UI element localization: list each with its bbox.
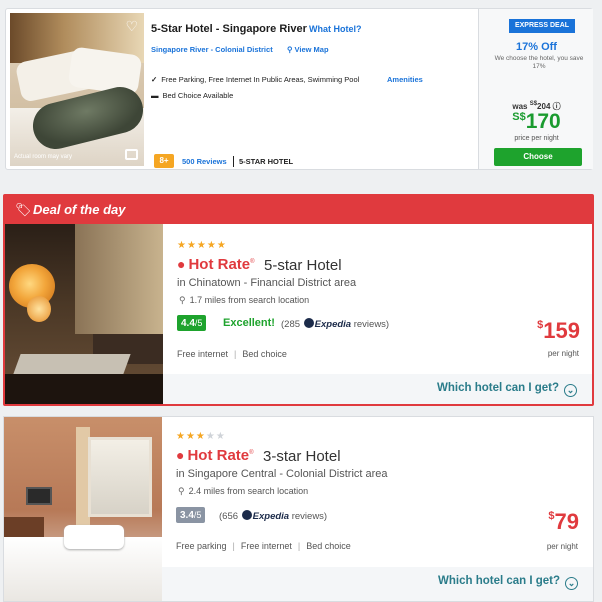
gallery-icon[interactable]	[125, 149, 138, 160]
favorite-heart-icon[interactable]: ♡	[125, 19, 138, 33]
express-deal-badge: EXPRESS DEAL	[509, 19, 575, 33]
hotel-photo[interactable]	[4, 417, 162, 601]
deal-header: 🏷 Deal of the day	[5, 196, 592, 224]
location-pin-icon: ⚲	[178, 486, 185, 496]
map-pin-icon: ⚲	[287, 45, 293, 54]
divider	[233, 156, 234, 167]
deal-price: $159	[537, 318, 580, 343]
deal-of-the-day-card[interactable]: 🏷 Deal of the day ★★★★★ ● Hot Rate® 5-sta…	[3, 194, 594, 406]
what-hotel-link[interactable]: What Hotel?	[309, 24, 362, 34]
expedia-globe-icon	[303, 318, 314, 328]
per-night-label: per night	[547, 349, 579, 358]
tag-icon: 🏷	[15, 202, 32, 217]
rating-score: 3.4/5	[176, 507, 206, 523]
review-count: (285 Expedia reviews)	[281, 318, 390, 330]
bed-choice: ▬ Bed Choice Available	[151, 91, 234, 100]
current-price: S$170	[512, 110, 561, 133]
hotel-card-3star[interactable]: ★★★★★ ● Hot Rate® 3-star Hotel in Singapo…	[3, 416, 594, 602]
chevron-down-icon: ⌄	[565, 577, 579, 590]
per-night-label: per night	[546, 542, 578, 551]
hotel-class: 5-star Hotel	[264, 257, 342, 274]
location-pin-icon: ⚲	[179, 295, 186, 305]
hotel-class: 3-star Hotel	[263, 448, 341, 465]
hotel-photo[interactable]: ♡ Actual room may vary	[10, 13, 144, 166]
per-night-label: price per night	[514, 135, 559, 142]
view-map-link[interactable]: ⚲ View Map	[287, 45, 329, 54]
area-link[interactable]: Singapore River - Colonial District	[151, 45, 273, 54]
results-page: ♡ Actual room may vary 5-Star Hotel - Si…	[0, 0, 602, 602]
which-hotel-link[interactable]: Which hotel can I get? ⌄	[438, 575, 579, 590]
hotel-photo[interactable]	[5, 224, 163, 404]
discount-label: 17% Off	[516, 41, 557, 53]
hot-rate-flame-icon: ●	[177, 256, 186, 272]
distance-info: ⚲ 2.4 miles from search location	[178, 486, 309, 496]
savings-note: We choose the hotel, you save 17%	[494, 55, 584, 70]
price-panel: EXPRESS DEAL 17% Off We choose the hotel…	[478, 9, 593, 169]
hotel-price: $79	[548, 509, 579, 534]
checkmark-icon: ✓	[151, 75, 158, 84]
hotel-class-label: 5-STAR HOTEL	[239, 157, 294, 166]
star-rating: ★★★★★	[177, 240, 227, 251]
features-list: Free parking | Free internet | Bed choice	[176, 541, 351, 551]
bed-icon: ▬	[151, 91, 159, 100]
choose-button[interactable]: Choose	[494, 148, 582, 166]
reviews-link[interactable]: 500 Reviews	[182, 157, 227, 166]
hotel-title[interactable]: 5-Star Hotel - Singapore River	[151, 23, 307, 35]
score-badge: 8+	[154, 154, 174, 168]
hotel-area: in Chinatown - Financial District area	[177, 277, 357, 289]
distance-info: ⚲ 1.7 miles from search location	[179, 295, 310, 305]
hot-rate-flame-icon: ●	[176, 447, 185, 463]
expedia-globe-icon	[241, 510, 252, 520]
features-list: Free internet | Bed choice	[177, 349, 287, 359]
chevron-down-icon: ⌄	[564, 384, 578, 397]
rating-word: Excellent!	[223, 317, 275, 329]
hot-rate-label: ● Hot Rate®	[176, 447, 254, 464]
express-deal-card[interactable]: ♡ Actual room may vary 5-Star Hotel - Si…	[5, 8, 593, 170]
photo-caption: Actual room may vary	[14, 154, 73, 160]
amenities-list: ✓ Free Parking, Free Internet In Public A…	[151, 75, 360, 84]
review-count: (656 Expedia reviews)	[219, 510, 328, 522]
deal-header-title: Deal of the day	[33, 202, 126, 217]
which-hotel-link[interactable]: Which hotel can I get? ⌄	[437, 382, 578, 397]
star-rating: ★★★★★	[176, 431, 226, 442]
rating-score: 4.4/5	[177, 315, 207, 331]
hot-rate-label: ● Hot Rate®	[177, 256, 255, 273]
amenities-link[interactable]: Amenities	[387, 75, 423, 84]
hotel-area: in Singapore Central - Colonial District…	[176, 468, 388, 480]
